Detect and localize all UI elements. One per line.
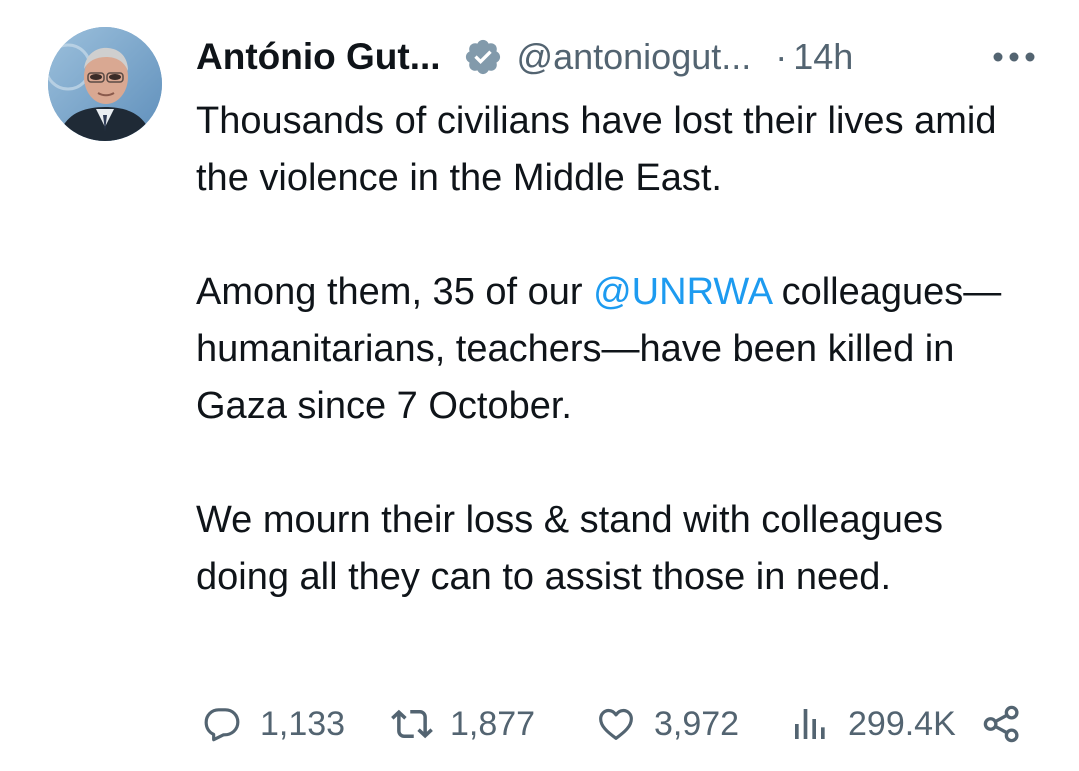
retweet-icon (390, 702, 434, 746)
reply-count: 1,133 (260, 704, 346, 743)
heart-icon (594, 702, 638, 746)
like-button[interactable]: 3,972 (594, 700, 739, 748)
share-icon (980, 702, 1024, 746)
tweet-paragraph-2: Among them, 35 of our @UNRWA colleagues—… (196, 264, 1026, 435)
tweet-header: António Gut... @antoniogut... · 14h (196, 34, 1036, 80)
views-button[interactable]: 299.4K (788, 700, 956, 748)
views-bar-chart-icon (788, 702, 832, 746)
tweet-timestamp[interactable]: 14h (793, 36, 853, 78)
tweet-text: Thousands of civilians have lost their l… (196, 93, 1026, 606)
verified-badge-icon[interactable] (463, 37, 503, 77)
tweet: António Gut... @antoniogut... · 14h Thou… (0, 0, 1079, 771)
tweet-actions-bar: 1,133 1,877 3,972 299.4K (196, 700, 1036, 748)
reply-bubble-icon (200, 702, 244, 746)
avatar-photo (48, 27, 162, 141)
share-button[interactable] (980, 700, 1024, 748)
retweet-button[interactable]: 1,877 (390, 700, 535, 748)
avatar[interactable] (48, 27, 162, 141)
mention-link-unrwa[interactable]: @UNRWA (593, 271, 771, 313)
author-display-name[interactable]: António Gut... (196, 36, 441, 78)
paragraph-2-text-start: Among them, 35 of our (196, 271, 594, 313)
separator-dot: · (775, 36, 788, 77)
retweet-count: 1,877 (450, 704, 536, 743)
tweet-paragraph-1: Thousands of civilians have lost their l… (196, 100, 997, 199)
tweet-paragraph-3: We mourn their loss & stand with colleag… (196, 499, 943, 598)
author-handle[interactable]: @antoniogut... (517, 36, 752, 78)
reply-button[interactable]: 1,133 (200, 700, 345, 748)
like-count: 3,972 (654, 704, 740, 743)
views-count: 299.4K (848, 704, 956, 743)
more-options-icon[interactable] (992, 46, 1036, 68)
